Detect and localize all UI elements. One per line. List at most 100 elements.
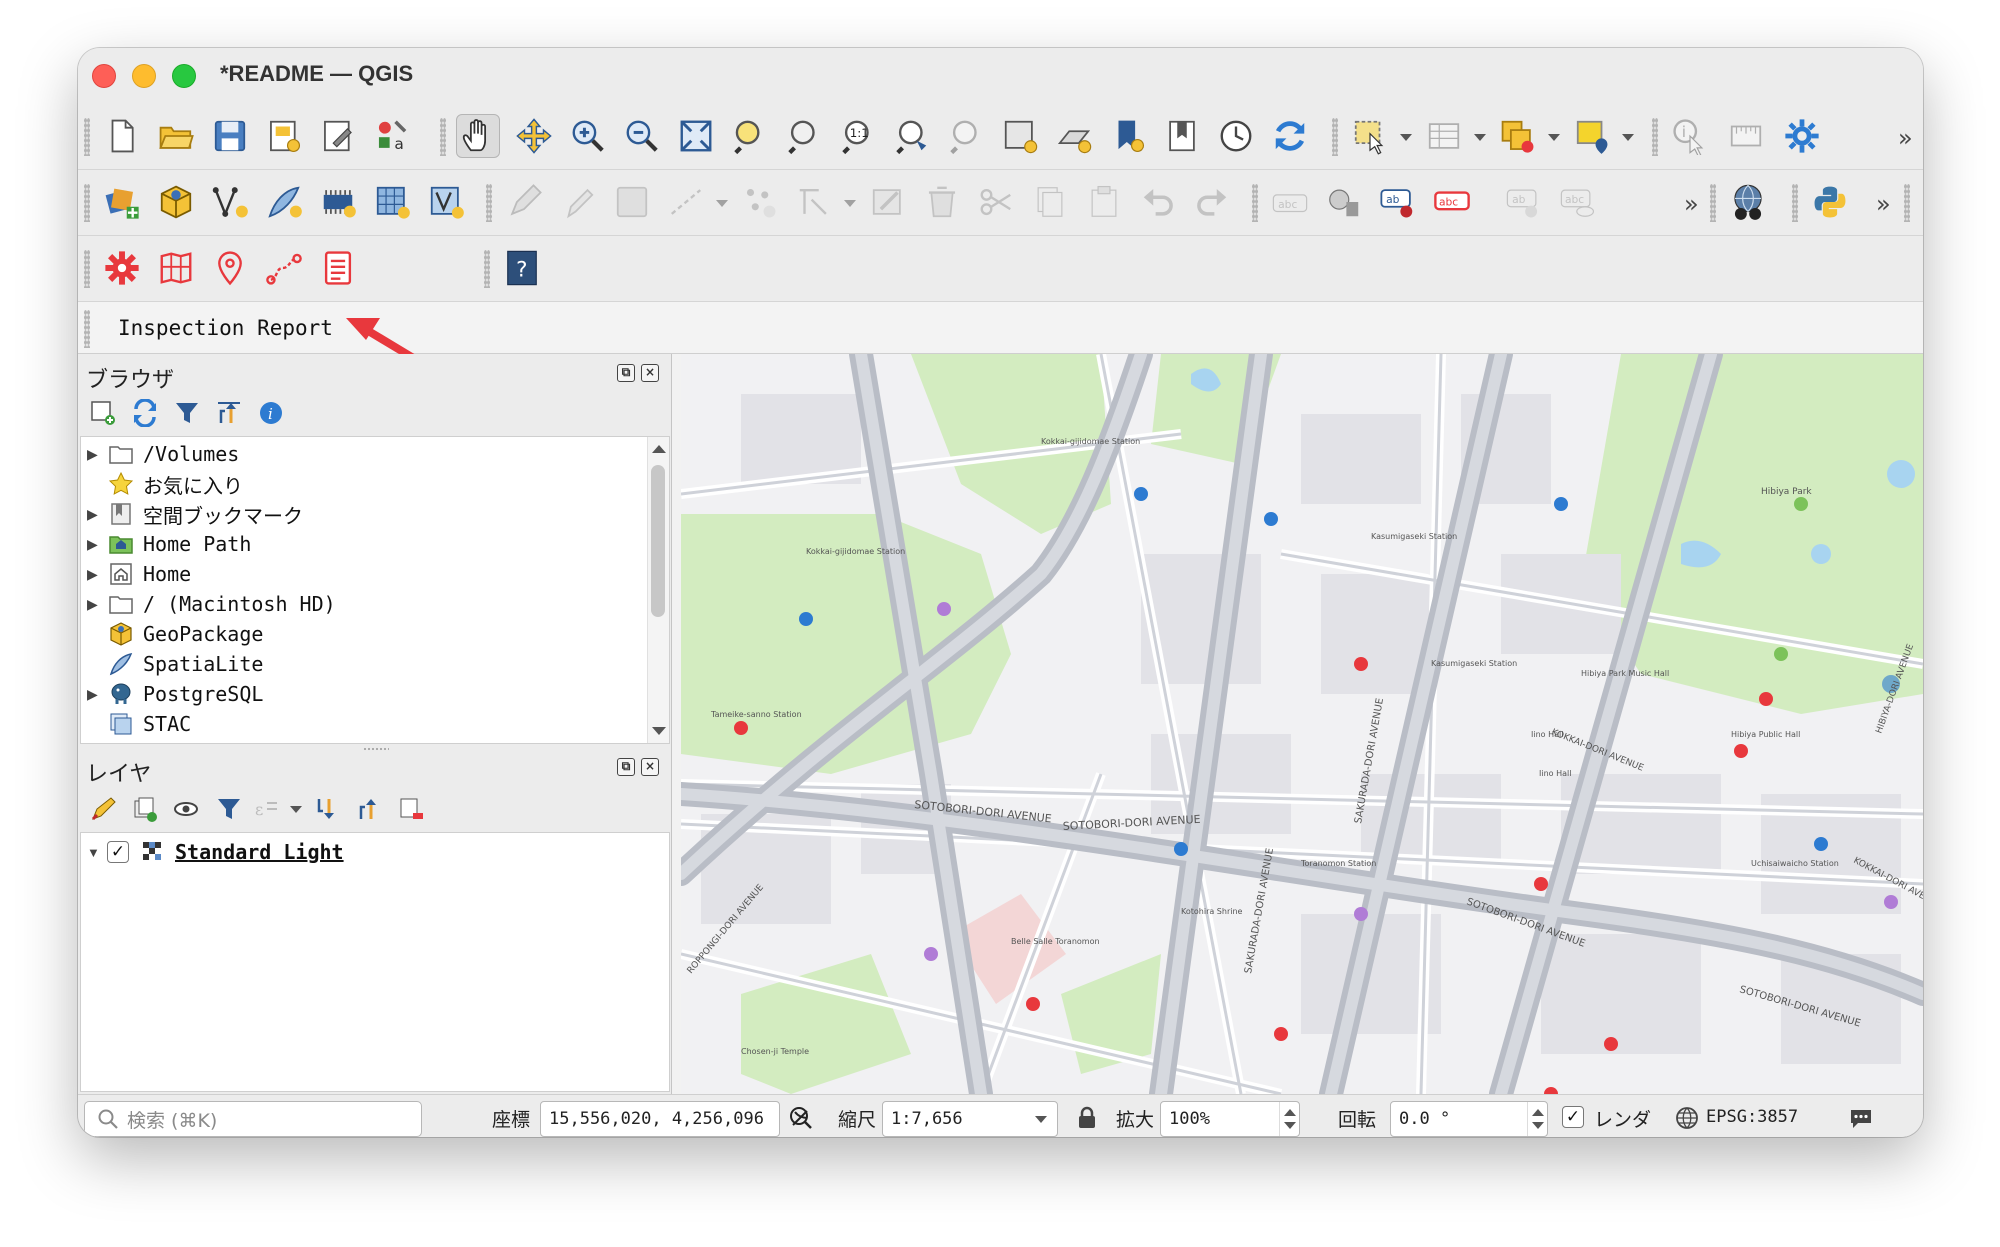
zoom-native-resolution-icon[interactable]: 1:1: [836, 114, 880, 158]
style-manager-icon[interactable]: a: [370, 114, 414, 158]
toggle-extents-icon[interactable]: [786, 1103, 816, 1133]
close-window-button[interactable]: [92, 64, 116, 88]
zoom-to-selection-icon[interactable]: [728, 114, 772, 158]
toolbar-grip[interactable]: [84, 184, 90, 222]
expand-arrow-icon[interactable]: ▶: [87, 596, 107, 613]
scroll-up-icon[interactable]: [652, 445, 666, 453]
inspection-report-button[interactable]: Inspection Report: [118, 316, 333, 340]
browser-item-volumes[interactable]: ▶ /Volumes: [81, 439, 641, 469]
pan-map-icon[interactable]: [456, 114, 500, 158]
new-bookmark-icon[interactable]: [1106, 114, 1150, 158]
plugin-settings-gear-icon[interactable]: [100, 246, 144, 290]
plugin-route-icon[interactable]: [262, 246, 306, 290]
copy-features-icon[interactable]: [1028, 180, 1072, 224]
float-panel-icon[interactable]: ⧉: [617, 364, 635, 382]
toolbar-grip[interactable]: [1710, 184, 1716, 222]
pin-labels-icon[interactable]: ab: [1376, 180, 1420, 224]
filter-expression-icon[interactable]: ε: [250, 792, 284, 826]
digitize-line-icon[interactable]: [664, 180, 708, 224]
new-virtual-layer-icon[interactable]: [370, 180, 414, 224]
properties-info-icon[interactable]: i: [254, 396, 288, 430]
attribute-table-dropdown[interactable]: [1474, 134, 1486, 141]
new-temporary-layer-icon[interactable]: [316, 180, 360, 224]
attribute-table-icon[interactable]: [1422, 114, 1466, 158]
plugin-location-pin-icon[interactable]: [208, 246, 252, 290]
toolbar-grip[interactable]: [84, 118, 90, 156]
save-edits-icon[interactable]: [610, 180, 654, 224]
scale-combobox[interactable]: 1:7,656: [882, 1101, 1058, 1137]
magnifier-spinbox[interactable]: 100%: [1160, 1101, 1300, 1137]
expand-arrow-icon[interactable]: ▶: [87, 686, 107, 703]
digitize-dropdown[interactable]: [716, 200, 728, 207]
layer-visibility-checkbox[interactable]: ✓: [107, 841, 129, 863]
python-console-icon[interactable]: [1808, 180, 1852, 224]
toolbar-overflow-icon[interactable]: »: [1898, 124, 1913, 152]
redo-icon[interactable]: [1190, 180, 1234, 224]
browser-item-spatial-bookmarks[interactable]: ▶ 空間ブックマーク: [81, 499, 641, 529]
messages-icon[interactable]: [1846, 1103, 1876, 1133]
select-by-location-icon[interactable]: [1570, 114, 1614, 158]
zoom-full-icon[interactable]: [674, 114, 718, 158]
pan-to-selection-icon[interactable]: [512, 114, 556, 158]
cut-features-icon[interactable]: [974, 180, 1018, 224]
select-features-icon[interactable]: [1348, 114, 1392, 158]
undo-icon[interactable]: [1136, 180, 1180, 224]
locator-search-input[interactable]: 検索 (⌘K): [84, 1101, 422, 1137]
zoom-out-icon[interactable]: [620, 114, 664, 158]
expand-arrow-icon[interactable]: ▶: [87, 566, 107, 583]
new-spatialite-layer-icon[interactable]: [262, 180, 306, 224]
layer-diagram-icon[interactable]: [1322, 180, 1366, 224]
browser-item-spatialite[interactable]: SpatiaLite: [81, 649, 641, 679]
toggle-editing-icon[interactable]: [556, 180, 600, 224]
collapse-all-layers-icon[interactable]: [352, 792, 386, 826]
new-print-layout-icon[interactable]: [262, 114, 306, 158]
zoom-last-icon[interactable]: [890, 114, 934, 158]
refresh-browser-icon[interactable]: [128, 396, 162, 430]
browser-item-macintosh-hd[interactable]: ▶ / (Macintosh HD): [81, 589, 641, 619]
plugin-report-icon[interactable]: [316, 246, 360, 290]
move-label-icon[interactable]: ab: [1502, 180, 1546, 224]
label-toolbar-abc-icon[interactable]: abc: [1268, 180, 1312, 224]
deselect-features-icon[interactable]: [1496, 114, 1540, 158]
temporal-controller-icon[interactable]: [1214, 114, 1258, 158]
toolbar-grip[interactable]: [484, 250, 490, 288]
zoom-to-layer-icon[interactable]: [782, 114, 826, 158]
lock-scale-icon[interactable]: [1072, 1103, 1102, 1133]
globe-icon[interactable]: [1672, 1103, 1702, 1133]
filter-expression-dropdown[interactable]: [290, 806, 302, 813]
collapse-all-icon[interactable]: [212, 396, 246, 430]
scroll-down-icon[interactable]: [652, 727, 666, 735]
filter-browser-icon[interactable]: [170, 396, 204, 430]
collapse-arrow-icon[interactable]: ▼: [87, 845, 107, 860]
settings-gear-icon[interactable]: [1780, 114, 1824, 158]
browser-item-home[interactable]: ▶ Home: [81, 559, 641, 589]
crs-button[interactable]: EPSG:3857: [1706, 1107, 1798, 1127]
new-3d-map-view-icon[interactable]: [1052, 114, 1096, 158]
vertex-tool-icon[interactable]: [738, 180, 782, 224]
map-canvas[interactable]: SOTOBORI-DORI AVENUE SOTOBORI-DORI AVENU…: [681, 354, 1923, 1094]
render-checkbox[interactable]: ✓: [1562, 1106, 1584, 1128]
toolbar-grip[interactable]: [84, 310, 90, 348]
open-layer-styling-icon[interactable]: [86, 792, 120, 826]
select-location-dropdown[interactable]: [1622, 134, 1634, 141]
panel-splitter[interactable]: [78, 745, 672, 753]
zoom-next-icon[interactable]: [944, 114, 988, 158]
float-panel-icon[interactable]: ⧉: [617, 758, 635, 776]
toolbar-grip[interactable]: [486, 184, 492, 222]
browser-scrollbar[interactable]: [647, 437, 669, 743]
minimize-window-button[interactable]: [132, 64, 156, 88]
new-virtual-vector-layer-icon[interactable]: [424, 180, 468, 224]
refresh-icon[interactable]: [1268, 114, 1312, 158]
new-geopackage-layer-icon[interactable]: [154, 180, 198, 224]
expand-arrow-icon[interactable]: ▶: [87, 446, 107, 463]
plugin-globe-icon[interactable]: [1726, 180, 1770, 224]
filter-legend-icon[interactable]: [212, 792, 246, 826]
expand-arrow-icon[interactable]: ▶: [87, 506, 107, 523]
maximize-window-button[interactable]: [172, 64, 196, 88]
spin-arrows-icon[interactable]: [1279, 1102, 1299, 1136]
current-edits-icon[interactable]: [502, 180, 546, 224]
save-project-icon[interactable]: [208, 114, 252, 158]
new-project-icon[interactable]: [100, 114, 144, 158]
zoom-in-icon[interactable]: [566, 114, 610, 158]
expand-all-icon[interactable]: [310, 792, 344, 826]
